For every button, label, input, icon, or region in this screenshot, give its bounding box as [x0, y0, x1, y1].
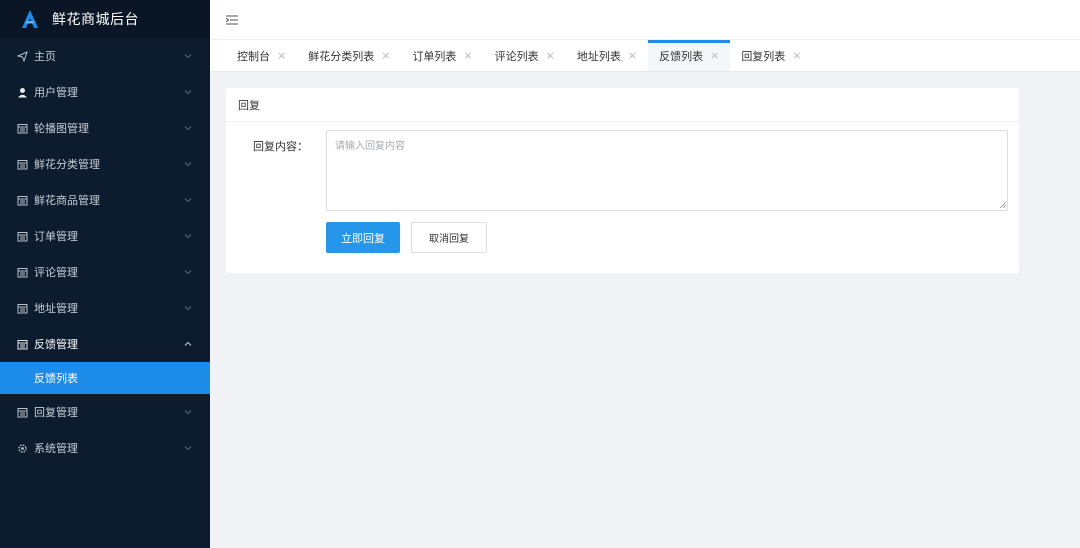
calendar-icon [16, 338, 28, 350]
calendar-icon [16, 230, 28, 242]
tab-label: 鲜花分类列表 [308, 49, 375, 63]
menu-fold-icon[interactable] [226, 15, 238, 25]
resize-grip-icon[interactable] [999, 201, 1007, 209]
sidebar-item-label: 用户管理 [34, 86, 78, 99]
chevron-down-icon [184, 446, 192, 451]
tab-label: 订单列表 [412, 49, 457, 63]
close-icon[interactable]: × [546, 49, 555, 62]
brand-title: 鲜花商城后台 [52, 12, 139, 28]
sidebar-item-orders[interactable]: 订单管理 [0, 218, 210, 254]
send-icon [16, 50, 28, 62]
tab-feedback-list[interactable]: 反馈列表 × [648, 40, 731, 71]
sidebar-subitem-feedback-list[interactable]: 反馈列表 [0, 362, 210, 394]
tab-label: 回复列表 [741, 49, 786, 63]
calendar-icon [16, 194, 28, 206]
card-title: 回复 [226, 88, 1019, 122]
chevron-down-icon [184, 90, 192, 95]
close-icon[interactable]: × [710, 49, 719, 62]
chevron-down-icon [184, 270, 192, 275]
sidebar-item-address[interactable]: 地址管理 [0, 290, 210, 326]
sidebar-item-label: 鲜花分类管理 [34, 158, 100, 171]
close-icon[interactable]: × [792, 49, 801, 62]
chevron-down-icon [184, 198, 192, 203]
top-header [210, 0, 1080, 40]
gear-icon [16, 442, 28, 454]
reply-form-row: 回复内容： [226, 130, 326, 154]
reply-card: 回复 回复内容： 立即回复 取消回复 [226, 88, 1019, 273]
sidebar-item-system[interactable]: 系统管理 [0, 430, 210, 466]
sidebar-item-label: 地址管理 [34, 302, 78, 315]
sidebar-item-label: 回复管理 [34, 406, 78, 419]
sidebar-item-users[interactable]: 用户管理 [0, 74, 210, 110]
tab-label: 反馈列表 [659, 49, 704, 63]
chevron-up-icon [184, 341, 192, 346]
sidebar-item-label: 反馈管理 [34, 338, 78, 351]
tab-dashboard[interactable]: 控制台 × [226, 40, 297, 71]
tab-flower-category-list[interactable]: 鲜花分类列表 × [297, 40, 401, 71]
chevron-down-icon [184, 126, 192, 131]
sidebar-subitem-label: 反馈列表 [34, 372, 78, 385]
calendar-icon [16, 266, 28, 278]
tab-order-list[interactable]: 订单列表 × [401, 40, 483, 71]
calendar-icon [16, 302, 28, 314]
chevron-down-icon [184, 234, 192, 239]
calendar-icon [16, 122, 28, 134]
close-icon[interactable]: × [463, 49, 472, 62]
cancel-reply-button[interactable]: 取消回复 [411, 222, 487, 253]
reply-content-input[interactable] [326, 130, 1008, 211]
brand: 鲜花商城后台 [0, 0, 210, 38]
close-icon[interactable]: × [277, 49, 286, 62]
sidebar-item-label: 订单管理 [34, 230, 78, 243]
sidebar-item-carousel[interactable]: 轮播图管理 [0, 110, 210, 146]
sidebar-item-label: 鲜花商品管理 [34, 194, 100, 207]
tab-reply-list[interactable]: 回复列表 × [730, 40, 812, 71]
chevron-down-icon [184, 410, 192, 415]
sidebar-item-flower-category[interactable]: 鲜花分类管理 [0, 146, 210, 182]
reply-content-label: 回复内容： [253, 140, 308, 153]
calendar-icon [16, 158, 28, 170]
sidebar-item-comments[interactable]: 评论管理 [0, 254, 210, 290]
sidebar-item-home[interactable]: 主页 [0, 38, 210, 74]
user-icon [16, 86, 28, 98]
chevron-down-icon [184, 306, 192, 311]
a-logo-icon [22, 10, 38, 28]
sidebar-item-flower-product[interactable]: 鲜花商品管理 [0, 182, 210, 218]
tab-bar: 控制台 × 鲜花分类列表 × 订单列表 × 评论列表 × 地址列表 × 反馈列表… [210, 40, 1080, 72]
sidebar: 鲜花商城后台 主页 用户管理 轮播图管理 鲜花分类管理 鲜花商品管理 订单管理 … [0, 0, 210, 548]
sidebar-item-label: 评论管理 [34, 266, 78, 279]
tab-label: 评论列表 [494, 49, 539, 63]
submit-reply-button[interactable]: 立即回复 [326, 222, 400, 253]
sidebar-item-label: 轮播图管理 [34, 122, 89, 135]
close-icon[interactable]: × [381, 49, 390, 62]
sidebar-item-label: 主页 [34, 50, 56, 63]
tab-address-list[interactable]: 地址列表 × [566, 40, 648, 71]
tab-label: 控制台 [237, 49, 270, 63]
chevron-down-icon [184, 54, 192, 59]
sidebar-item-label: 系统管理 [34, 442, 78, 455]
calendar-icon [16, 406, 28, 418]
tab-label: 地址列表 [576, 49, 621, 63]
tab-comment-list[interactable]: 评论列表 × [484, 40, 566, 71]
sidebar-item-feedback[interactable]: 反馈管理 [0, 326, 210, 362]
close-icon[interactable]: × [628, 49, 637, 62]
sidebar-item-reply[interactable]: 回复管理 [0, 394, 210, 430]
chevron-down-icon [184, 162, 192, 167]
